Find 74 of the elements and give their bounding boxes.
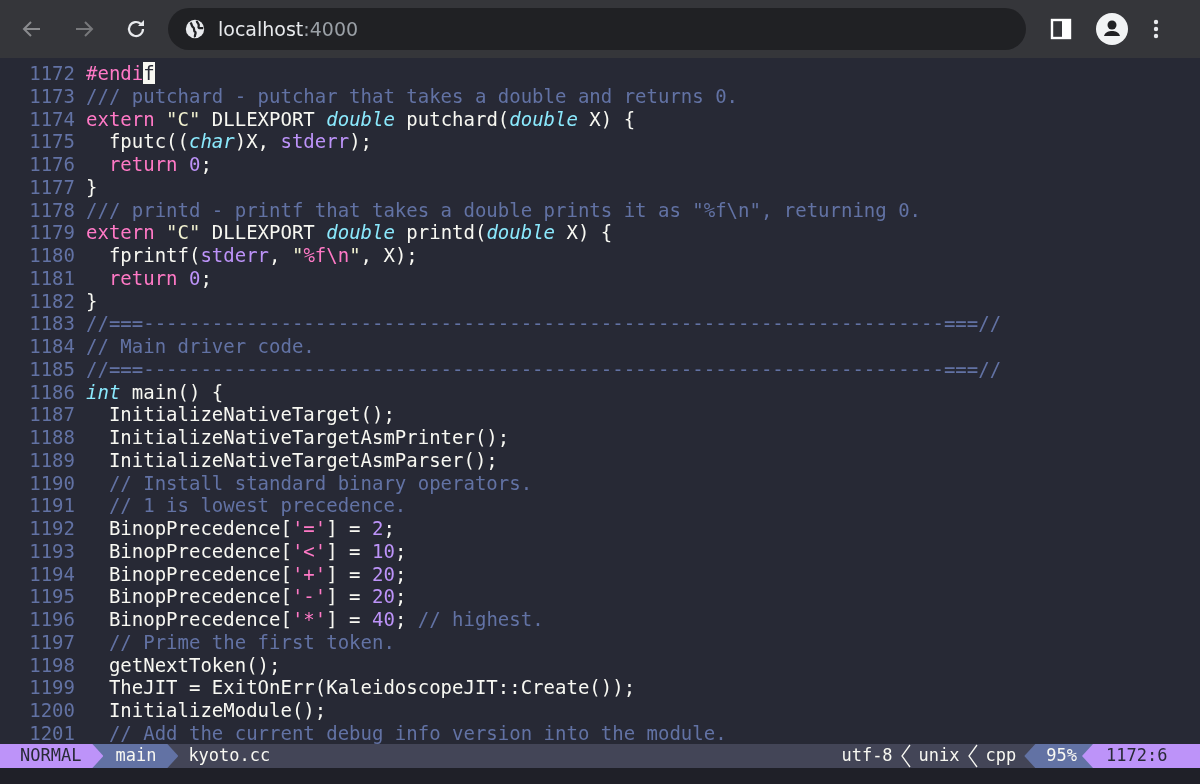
- cursor-position: 1172:6: [1082, 744, 1200, 768]
- line-number: 1192: [28, 517, 76, 540]
- code-line: BinopPrecedence['+'] = 20;: [107, 562, 407, 586]
- code-line: // Main driver code.: [86, 335, 315, 358]
- line-number: 1187: [28, 403, 76, 426]
- line-number: 1175: [28, 130, 76, 153]
- line-number: 1179: [28, 221, 76, 244]
- file-name: kyoto.cc: [188, 744, 271, 768]
- code-line: }: [86, 289, 98, 313]
- code-line: #endif: [86, 62, 155, 85]
- line-number: 1189: [28, 448, 76, 472]
- code-line: InitializeModule();: [107, 699, 327, 722]
- code-line: InitializeNativeTargetAsmParser();: [107, 448, 498, 472]
- file-encoding: utf-8: [841, 744, 893, 768]
- separator-chevron-icon: [967, 744, 978, 768]
- code-line: InitializeNativeTarget();: [107, 403, 395, 426]
- line-number: 1197: [28, 630, 76, 654]
- code-line: InitializeNativeTargetAsmPrinter();: [107, 426, 510, 449]
- code-line: int main() {: [86, 380, 224, 404]
- code-line: extern "C" DLLEXPORT double putchard(double X) {: [86, 107, 636, 131]
- code-line: BinopPrecedence['*'] = 40; // highest.: [107, 608, 544, 631]
- globe-icon: [184, 18, 206, 40]
- code-line: BinopPrecedence['='] = 2;: [107, 517, 395, 540]
- line-number: 1180: [28, 244, 76, 267]
- code-line: return 0;: [107, 153, 212, 176]
- code-line: fprintf(stderr, "%f\n", X);: [107, 244, 418, 267]
- separator-chevron-icon: [900, 744, 911, 768]
- line-number: 1178: [28, 198, 76, 222]
- line-number: 1188: [28, 426, 76, 449]
- code-line: TheJIT = ExitOnErr(KaleidoscopeJIT::Create());: [107, 676, 636, 699]
- line-number: 1191: [28, 494, 76, 517]
- file-type: cpp: [985, 744, 1017, 768]
- line-number: 1172: [28, 62, 76, 85]
- line-number: 1198: [28, 653, 76, 677]
- line-number: 1185: [28, 357, 76, 381]
- line-number: 1174: [28, 107, 76, 131]
- code-line: BinopPrecedence['<'] = 10;: [107, 539, 407, 563]
- code-line: BinopPrecedence['-'] = 20;: [107, 585, 407, 608]
- code-line: }: [86, 175, 98, 199]
- line-number: 1184: [28, 335, 76, 358]
- code-line: // 1 is lowest precedence.: [107, 494, 407, 517]
- code-line: //===----------------------------------------------------------------------===//: [86, 312, 1002, 335]
- line-number: 1190: [28, 471, 76, 495]
- line-number: 1181: [28, 266, 76, 290]
- file-format: unix: [918, 744, 960, 768]
- code-line: /// printd - printf that takes a double prints it as "%f\n", returning 0.: [86, 198, 922, 222]
- code-line: /// putchard - putchar that takes a double and returns 0.: [86, 84, 739, 108]
- line-number: 1200: [28, 699, 76, 722]
- line-number: 1193: [28, 539, 76, 563]
- code-line: getNextToken();: [107, 653, 281, 677]
- line-number: 1195: [28, 585, 76, 608]
- line-number: 1173: [28, 84, 76, 108]
- profile-icon[interactable]: [1096, 13, 1128, 45]
- line-number: 1201: [28, 721, 76, 744]
- line-number: 1177: [28, 175, 76, 199]
- url-text[interactable]: localhost:4000: [218, 14, 359, 44]
- line-number: 1182: [28, 289, 76, 313]
- line-number: 1196: [28, 608, 76, 631]
- menu-icon[interactable]: [1153, 19, 1159, 39]
- line-number: 1199: [28, 676, 76, 699]
- line-number: 1176: [28, 153, 76, 176]
- code-line: // Prime the first token.: [107, 630, 395, 654]
- address-field[interactable]: localhost:4000: [168, 8, 1026, 50]
- side-panel-icon[interactable]: [1050, 18, 1072, 40]
- line-number: 1186: [28, 380, 76, 404]
- mode-indicator: NORMAL: [0, 744, 104, 768]
- code-line: fputc((char)X, stderr);: [107, 130, 372, 153]
- line-number: 1194: [28, 562, 76, 586]
- code-line: // Add the current debug info version into the module.: [107, 721, 727, 744]
- code-line: //===----------------------------------------------------------------------===//: [86, 357, 1002, 381]
- code-line: extern "C" DLLEXPORT double printd(double X) {: [86, 221, 613, 244]
- line-number: 1183: [28, 312, 76, 335]
- code-line: // Install standard binary operators.: [107, 471, 533, 495]
- code-line: return 0;: [107, 266, 212, 290]
